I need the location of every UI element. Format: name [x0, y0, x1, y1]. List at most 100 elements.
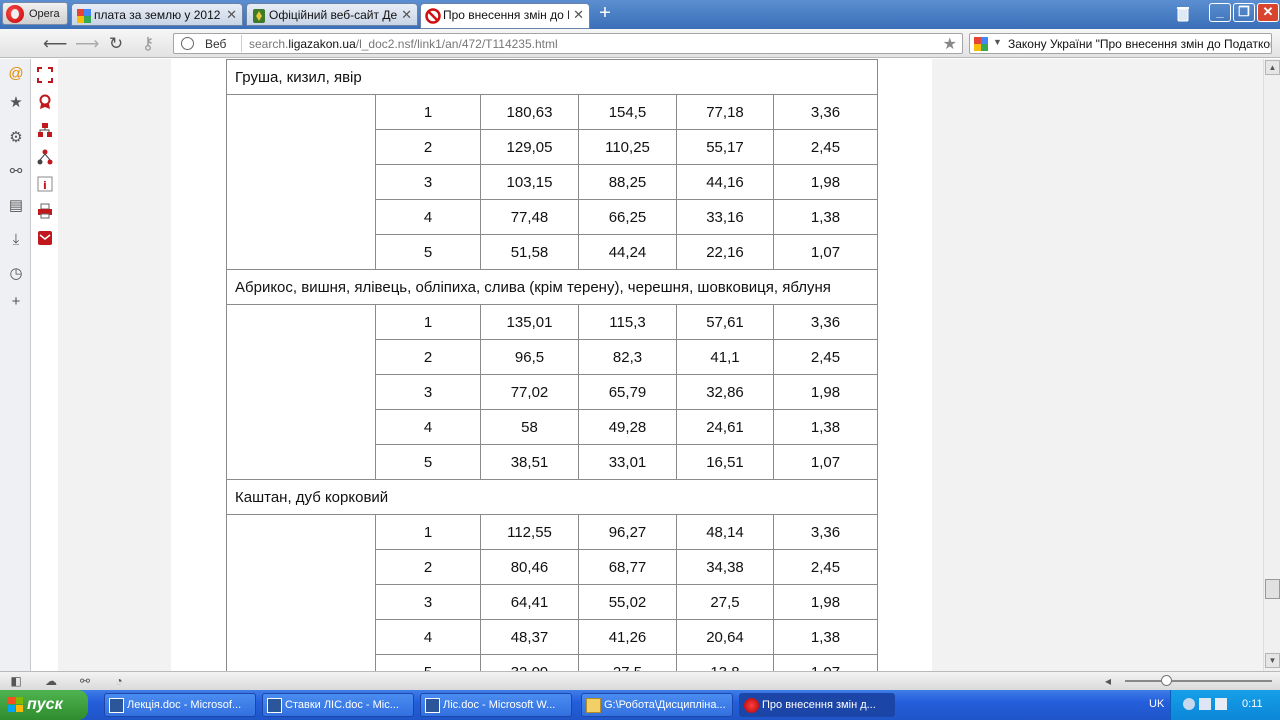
mail-icon[interactable]: @ [7, 65, 25, 83]
search-engine-dropdown-icon[interactable]: ▼ [993, 37, 1002, 47]
table-cell: 16,51 [676, 444, 774, 480]
start-label: пуск [27, 696, 63, 713]
windows-flag-icon [8, 697, 23, 712]
tray-back-icon[interactable] [1183, 698, 1195, 710]
zoom-slider-knob[interactable] [1161, 675, 1172, 686]
settings-gear-icon[interactable]: ⚙ [7, 129, 25, 147]
document-tools: i [32, 59, 58, 671]
key-icon[interactable]: ⚷ [138, 34, 158, 54]
close-tab-icon[interactable]: ✕ [573, 7, 584, 23]
notes-icon[interactable]: ▤ [7, 197, 25, 215]
side-panel: @ ★ ⚙ ⚯ ▤ ⤓ ◷ + [0, 59, 31, 671]
opera-link-cloud-icon[interactable]: ☁ [43, 674, 59, 688]
scroll-up-icon[interactable]: ▲ [1265, 60, 1280, 75]
folder-icon [586, 698, 601, 713]
table-cell: 1,07 [773, 444, 878, 480]
tab-official-site[interactable]: Офіційний веб-сайт Де... ✕ [246, 3, 418, 26]
bookmarks-star-icon[interactable]: ★ [7, 94, 25, 112]
view-options-icon[interactable]: ◂ [1100, 674, 1116, 688]
search-field[interactable]: ▼ Закону України "Про внесення змін до П… [969, 33, 1272, 54]
table-cell: 2,45 [773, 129, 878, 165]
table-cell: 88,25 [578, 164, 677, 200]
table-cell: 3 [375, 164, 481, 200]
links-tree-icon[interactable] [37, 149, 53, 165]
language-indicator[interactable]: UK [1149, 698, 1164, 710]
close-tab-icon[interactable]: ✕ [226, 7, 237, 23]
back-arrow-icon[interactable]: ⟵ [43, 34, 67, 54]
tab-active-document[interactable]: Про внесення змін до П... ✕ [420, 3, 590, 29]
table-cell: 22,16 [676, 234, 774, 270]
taskbar-item-lecture-doc[interactable]: Лекція.doc - Microsof... [104, 693, 256, 717]
forward-arrow-icon[interactable]: ⟶ [75, 34, 99, 54]
taskbar-item-opera-page[interactable]: Про внесення змін д... [739, 693, 895, 717]
panel-toggle-icon[interactable]: ◧ [8, 674, 24, 688]
clock: 0:11 [1242, 698, 1263, 710]
zoom-slider[interactable] [1125, 680, 1272, 682]
table-cell: 57,61 [676, 304, 774, 340]
table-cell: 1,38 [773, 199, 878, 235]
taskbar-item-rates-doc[interactable]: Ставки ЛІС.doc - Mic... [262, 693, 414, 717]
tray-volume-icon[interactable] [1215, 698, 1227, 710]
trash-icon[interactable] [1175, 5, 1191, 22]
scroll-down-icon[interactable]: ▼ [1265, 653, 1280, 668]
table-cell: 3 [375, 584, 481, 620]
turbo-icon[interactable]: ◔ [111, 674, 127, 688]
table-row: 1 180,63 154,5 77,18 3,36 [226, 94, 878, 270]
minimize-window-button[interactable]: _ [1209, 3, 1231, 22]
downloads-icon[interactable]: ⤓ [7, 231, 25, 249]
maximize-window-button[interactable]: ❐ [1233, 3, 1255, 22]
table-cell: 129,05 [480, 129, 579, 165]
table-cell: 2,45 [773, 339, 878, 375]
table-cell: 48,14 [676, 514, 774, 550]
taskbar-item-folder[interactable]: G:\Робота\Дисципліна... [581, 693, 733, 717]
tab-land-fee[interactable]: плата за землю у 2012 ... ✕ [71, 3, 243, 26]
status-bar: ◧ ☁ ⚯ ◔ ◂ [0, 671, 1280, 690]
email-share-icon[interactable] [37, 230, 53, 246]
add-panel-icon[interactable]: + [7, 293, 25, 311]
opera-menu-button[interactable]: Opera [2, 2, 68, 25]
bookmark-star-icon[interactable]: ★ [943, 34, 957, 54]
close-window-button[interactable]: ✕ [1257, 3, 1279, 22]
tray-network-icon[interactable] [1199, 698, 1211, 710]
fullscreen-icon[interactable] [37, 67, 53, 83]
table-cell: 3,36 [773, 514, 878, 550]
table-cell: 112,55 [480, 514, 579, 550]
award-icon[interactable] [37, 94, 53, 110]
table-cell: 1,98 [773, 374, 878, 410]
section-header: Каштан, дуб корковий [226, 479, 878, 515]
table-cell: 154,5 [578, 94, 677, 130]
vertical-scrollbar[interactable]: ▲ ▼ [1263, 59, 1280, 671]
empty-cell [226, 94, 376, 270]
table-cell: 115,3 [578, 304, 677, 340]
emblem-favicon-icon [253, 9, 265, 23]
start-button[interactable]: пуск [0, 690, 88, 720]
reload-icon[interactable]: ↻ [106, 34, 126, 54]
no-entry-favicon-icon [425, 8, 441, 24]
table-cell: 68,77 [578, 549, 677, 585]
section-header: Абрикос, вишня, ялівець, обліпиха, слива… [226, 269, 878, 305]
opera-menu-label: Opera [29, 8, 60, 20]
word-document-icon [267, 698, 282, 713]
table-cell: 1,38 [773, 619, 878, 655]
document-page: Груша, кизил, явір 1 180,63 154,5 77,18 3,36 2… [171, 59, 932, 671]
table-cell: 20,64 [676, 619, 774, 655]
google-favicon-icon [77, 9, 91, 23]
table-cell: 77,48 [480, 199, 579, 235]
table-cell: 5 [375, 234, 481, 270]
unite-icon[interactable]: ⚯ [7, 163, 25, 181]
address-bar[interactable]: Веб search.ligazakon.ua/l_doc2.nsf/link1… [173, 33, 963, 54]
info-icon[interactable]: i [37, 176, 53, 192]
structure-icon[interactable] [37, 122, 53, 138]
address-url[interactable]: search.ligazakon.ua/l_doc2.nsf/link1/an/… [249, 37, 558, 51]
unite-status-icon[interactable]: ⚯ [77, 674, 93, 688]
scroll-thumb[interactable] [1265, 579, 1280, 599]
search-query: Закону України "Про внесення змін до Под… [1008, 37, 1272, 51]
close-tab-icon[interactable]: ✕ [401, 7, 412, 23]
new-tab-icon[interactable]: + [596, 3, 614, 23]
table-cell: 48,37 [480, 619, 579, 655]
taskbar-item-forest-doc[interactable]: Ліс.doc - Microsoft W... [420, 693, 572, 717]
history-clock-icon[interactable]: ◷ [7, 265, 25, 283]
table-cell: 96,27 [578, 514, 677, 550]
print-icon[interactable] [37, 203, 53, 219]
table-cell: 32,09 [480, 654, 579, 671]
